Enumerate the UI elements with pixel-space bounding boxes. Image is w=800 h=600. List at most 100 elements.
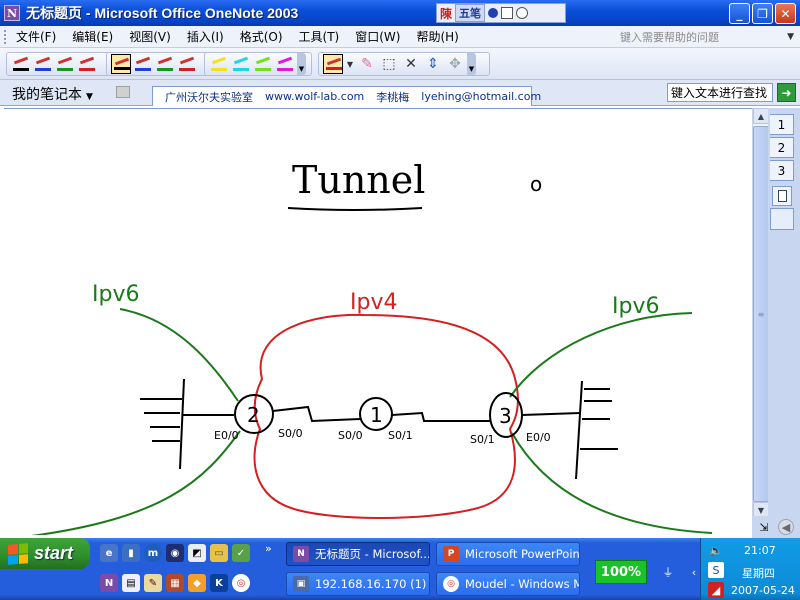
section-tab-lab: 广州沃尔夫实验室 [165, 90, 253, 104]
task-browser[interactable]: ◎ Moudel - Windows M... [436, 572, 580, 596]
page-tab-1[interactable]: 1 [770, 114, 794, 135]
chrome-icon[interactable]: ◎ [232, 574, 250, 592]
start-button[interactable]: start [0, 538, 90, 569]
delete-icon[interactable]: ✕ [401, 54, 421, 74]
pen-blue[interactable] [33, 54, 53, 74]
menu-edit[interactable]: 编辑(E) [64, 28, 121, 45]
convert-ink-icon[interactable]: ✥ [445, 54, 465, 74]
ime-bar[interactable]: 陳 五笔 [436, 3, 566, 23]
power-plug-icon[interactable]: ⏚ [660, 564, 676, 580]
scroll-up-icon[interactable]: ▲ [753, 108, 769, 124]
toolbar-options-icon[interactable]: ▼ [467, 53, 476, 75]
menu-file[interactable]: 文件(F) [8, 28, 64, 45]
pen-thick-black[interactable] [111, 54, 131, 74]
ipv4-label: Ipv4 [350, 290, 397, 315]
chevron-down-icon[interactable]: ▼ [345, 54, 355, 74]
ime-logo[interactable]: 陳 [440, 5, 452, 22]
ipv6-left-lower [30, 430, 241, 535]
highlighter-cyan[interactable] [231, 54, 251, 74]
scroll-thumb[interactable]: ≡ [753, 126, 769, 502]
task-onenote[interactable]: N 无标题页 - Microsof... [286, 542, 430, 566]
input-method-icon[interactable]: S [708, 562, 724, 578]
volume-icon[interactable]: 🔈 [708, 542, 724, 558]
pen-thick-red[interactable] [177, 54, 197, 74]
pen-thick-green[interactable] [155, 54, 175, 74]
ime-search-icon[interactable] [516, 7, 529, 19]
highlighter-yellow[interactable] [209, 54, 229, 74]
link-r3-lan [521, 412, 581, 416]
find-go-button[interactable]: ➜ [777, 83, 796, 102]
toolbar-options-icon[interactable]: ▼ [297, 53, 306, 75]
chevron-down-icon[interactable]: ▼ [787, 32, 794, 42]
media-icon[interactable]: ▮ [122, 544, 140, 562]
paint-icon[interactable]: ◩ [188, 544, 206, 562]
powerpoint-icon: P [443, 546, 459, 562]
page-tabs: 1 2 3 [768, 108, 800, 520]
onenote-icon[interactable]: N [100, 574, 118, 592]
pen-red[interactable] [77, 54, 97, 74]
task-remote[interactable]: ▣ 192.168.16.170 (1) ... [286, 572, 430, 596]
menu-view[interactable]: 视图(V) [121, 28, 179, 45]
pen-black[interactable] [11, 54, 31, 74]
folder-icon[interactable]: ▭ [210, 544, 228, 562]
antivirus-icon[interactable]: ◢ [708, 582, 724, 598]
drawing-tools-group: ▼ ✎ ⬚ ✕ ⇕ ✥ ▼ [318, 52, 490, 76]
close-button[interactable]: ✕ [775, 3, 796, 24]
zoom-indicator[interactable]: 100% [595, 560, 647, 584]
chevron-down-icon[interactable]: ▼ [86, 92, 93, 102]
menu-window[interactable]: 窗口(W) [347, 28, 408, 45]
messenger-icon[interactable]: m [144, 544, 162, 562]
highlighter-group: ▼ [204, 52, 312, 76]
current-page-tab[interactable] [770, 208, 794, 230]
right-ipv6-label: Ipv6 [612, 294, 659, 319]
ie-icon[interactable]: e [100, 544, 118, 562]
chrome-icon: ◎ [443, 576, 459, 592]
menu-insert[interactable]: 插入(I) [179, 28, 232, 45]
left-ipv6-label: Ipv6 [92, 282, 139, 307]
page-tab-2[interactable]: 2 [770, 137, 794, 158]
tool-icon[interactable]: ✓ [232, 544, 250, 562]
highlighter-magenta[interactable] [275, 54, 295, 74]
pen-thick-blue[interactable] [133, 54, 153, 74]
clock-time[interactable]: 21:07 [744, 544, 776, 557]
notebook-title[interactable]: 我的笔记本 ▼ [12, 84, 93, 104]
new-page-icon[interactable] [772, 186, 792, 206]
back-icon[interactable]: ◀ [778, 519, 794, 535]
k-app-icon[interactable]: K [210, 574, 228, 592]
heading-underline [287, 207, 423, 211]
note-canvas[interactable]: Tunnel o Ipv6 Ipv4 Ipv6 2 1 3 E0/0 S0/0 … [4, 108, 752, 535]
maximize-button[interactable]: ❐ [752, 3, 773, 24]
pen-green[interactable] [55, 54, 75, 74]
page-list-icon[interactable]: ⇲ [756, 519, 772, 535]
chevron-right-icon[interactable]: » [265, 542, 272, 555]
qq-icon[interactable]: ◉ [166, 544, 184, 562]
clock-date: 2007-05-24 [731, 584, 795, 597]
task-powerpoint[interactable]: P Microsoft PowerPoin... [436, 542, 580, 566]
ime-punctuation-icon[interactable] [488, 8, 499, 18]
eraser-icon[interactable]: ✎ [357, 54, 377, 74]
lasso-select-icon[interactable]: ⬚ [379, 54, 399, 74]
current-pen[interactable] [323, 54, 343, 74]
calculator-icon[interactable]: ▦ [166, 574, 184, 592]
paint-brush-icon[interactable]: ✎ [144, 574, 162, 592]
ime-keyboard-icon[interactable] [501, 7, 514, 19]
highlighter-green[interactable] [253, 54, 273, 74]
onenote-icon: N [4, 5, 20, 21]
router-3-label: 3 [499, 404, 512, 428]
start-label: start [34, 543, 74, 563]
insert-space-icon[interactable]: ⇕ [423, 54, 443, 74]
network-icon[interactable]: ◆ [188, 574, 206, 592]
section-tab[interactable]: 广州沃尔夫实验室 www.wolf-lab.com 李桃梅 lyehing@ho… [152, 86, 541, 106]
menu-tools[interactable]: 工具(T) [291, 28, 348, 45]
menu-help[interactable]: 帮助(H) [408, 28, 466, 45]
folder-icon[interactable] [116, 86, 130, 98]
menu-format[interactable]: 格式(O) [232, 28, 291, 45]
help-search-input[interactable]: 键入需要帮助的问题 ▼ [620, 29, 796, 45]
find-input[interactable]: 键入文本进行查找 [667, 83, 773, 102]
menu-bar: 文件(F) 编辑(E) 视图(V) 插入(I) 格式(O) 工具(T) 窗口(W… [0, 26, 800, 48]
minimize-button[interactable]: _ [729, 3, 750, 24]
ime-mode[interactable]: 五笔 [455, 4, 486, 22]
vertical-scrollbar[interactable]: ▲ ≡ ▼ [752, 108, 769, 520]
page-tab-3[interactable]: 3 [770, 160, 794, 181]
notepad-icon[interactable]: ▤ [122, 574, 140, 592]
